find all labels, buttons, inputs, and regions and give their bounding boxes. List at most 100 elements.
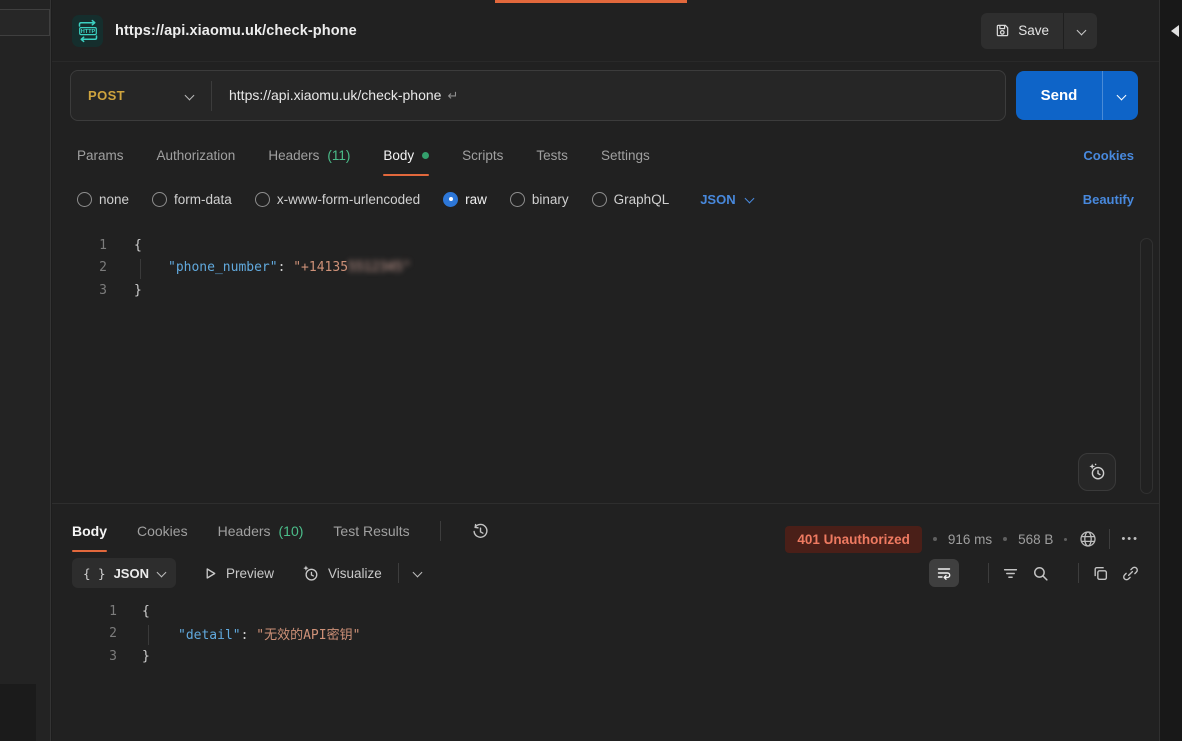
request-body-editor[interactable]: 1 { 2 "phone_number": "+141355512345" 3 … (52, 234, 1159, 502)
visualize-sparkle-icon (301, 564, 320, 583)
link-button[interactable] (1122, 565, 1139, 582)
sidebar-collapsed-item[interactable] (0, 9, 50, 36)
chevron-down-icon[interactable] (413, 569, 421, 577)
response-tab-body[interactable]: Body (72, 514, 107, 548)
enter-hint-icon: ↵ (447, 88, 458, 103)
beautify-link[interactable]: Beautify (1083, 192, 1134, 207)
response-toolbar: { } JSON Preview (52, 556, 1159, 590)
copy-icon (1092, 565, 1109, 582)
separator-dot (933, 537, 937, 541)
response-status-cluster: 401 Unauthorized 916 ms 568 B (785, 520, 1139, 558)
request-title: https://api.xiaomu.uk/check-phone (115, 23, 357, 39)
indent-guide (148, 625, 149, 645)
radio-none[interactable]: none (77, 192, 129, 207)
save-split-button: Save (981, 13, 1097, 49)
radio-icon (152, 192, 167, 207)
visualize-button[interactable]: Visualize (301, 564, 382, 583)
code-line: 1 { (52, 600, 1159, 623)
request-header-bar: HTTP https://api.xiaomu.uk/check-phone S… (52, 0, 1159, 62)
separator-dot (1003, 537, 1007, 541)
tab-params[interactable]: Params (77, 138, 124, 172)
network-info-button[interactable] (1078, 529, 1098, 549)
save-button-label: Save (1018, 23, 1049, 38)
search-button[interactable] (1032, 565, 1049, 582)
response-body-editor[interactable]: 1 { 2 "detail": "无效的API密钥" 3 } (52, 600, 1159, 668)
status-badge[interactable]: 401 Unauthorized (785, 526, 922, 553)
send-button[interactable]: Send (1016, 71, 1102, 120)
response-time[interactable]: 916 ms (948, 532, 992, 547)
radio-raw[interactable]: raw (443, 192, 487, 207)
filter-button[interactable] (1002, 565, 1019, 582)
search-icon (1032, 565, 1049, 582)
line-number: 3 (52, 283, 107, 298)
tab-scripts[interactable]: Scripts (462, 138, 503, 172)
save-button[interactable]: Save (981, 13, 1063, 49)
postbot-sparkle-icon (1087, 462, 1107, 482)
separator-dot (1064, 538, 1067, 541)
tab-settings[interactable]: Settings (601, 138, 650, 172)
tab-headers[interactable]: Headers(11) (268, 138, 350, 172)
radio-binary[interactable]: binary (510, 192, 569, 207)
copy-button[interactable] (1092, 565, 1109, 582)
active-tab-indicator (495, 0, 687, 3)
divider (440, 521, 441, 541)
line-number: 1 (52, 238, 107, 253)
radio-x-www-form-urlencoded[interactable]: x-www-form-urlencoded (255, 192, 420, 207)
right-sidebar-rail (1159, 0, 1182, 741)
response-toolbar-actions (929, 556, 1139, 590)
tab-body[interactable]: Body (383, 138, 429, 172)
line-number: 3 (52, 649, 117, 664)
save-icon (995, 23, 1010, 38)
chevron-down-icon (1117, 92, 1125, 100)
url-input[interactable]: https://api.xiaomu.uk/check-phone↵ (212, 87, 458, 104)
radio-icon (510, 192, 525, 207)
more-options-icon[interactable]: ••• (1121, 533, 1139, 545)
response-size[interactable]: 568 B (1018, 532, 1053, 547)
divider (398, 563, 399, 583)
send-split-button: Send (1016, 71, 1138, 120)
preview-button[interactable]: Preview (203, 566, 274, 581)
response-tab-test-results[interactable]: Test Results (333, 514, 409, 548)
tab-authorization[interactable]: Authorization (157, 138, 236, 172)
response-tab-headers[interactable]: Headers(10) (218, 514, 304, 548)
code-line: 2 "phone_number": "+141355512345" (52, 257, 1159, 280)
code-line: 2 "detail": "无效的API密钥" (52, 623, 1159, 646)
chevron-down-icon (185, 92, 193, 100)
indent-guide (140, 259, 141, 279)
radio-graphql[interactable]: GraphQL (592, 192, 670, 207)
editor-scrollbar[interactable] (1140, 238, 1153, 494)
wrap-text-button[interactable] (929, 559, 959, 587)
cookies-link[interactable]: Cookies (1083, 148, 1134, 163)
radio-icon (592, 192, 607, 207)
response-tab-cookies[interactable]: Cookies (137, 514, 188, 548)
divider (988, 563, 989, 583)
response-format-select[interactable]: { } JSON (72, 558, 176, 588)
postbot-button[interactable] (1078, 453, 1116, 491)
collapse-arrow-icon[interactable] (1171, 25, 1179, 37)
send-options-button[interactable] (1102, 71, 1138, 120)
braces-icon: { } (83, 566, 106, 581)
line-number: 2 (52, 260, 107, 275)
left-sidebar-rail (0, 0, 51, 741)
line-number: 1 (52, 604, 117, 619)
request-panel: HTTP https://api.xiaomu.uk/check-phone S… (52, 0, 1159, 741)
filter-icon (1002, 565, 1019, 582)
method-select[interactable]: POST (71, 88, 211, 103)
link-icon (1122, 565, 1139, 582)
response-panel: Body Cookies Headers(10) Test Results (52, 503, 1159, 741)
radio-form-data[interactable]: form-data (152, 192, 232, 207)
json-key: "phone_number" (168, 260, 278, 275)
sidebar-footer (0, 684, 36, 741)
language-select[interactable]: JSON (700, 192, 752, 207)
code-line: 3 } (52, 645, 1159, 668)
svg-text:HTTP: HTTP (80, 29, 95, 35)
response-headers-count-badge: (10) (279, 523, 304, 539)
redacted-phone-value: 5512345" (348, 260, 411, 275)
divider (1078, 563, 1079, 583)
wrap-text-icon (936, 565, 952, 581)
tab-tests[interactable]: Tests (536, 138, 568, 172)
save-options-button[interactable] (1063, 13, 1097, 49)
http-method-icon: HTTP (72, 15, 103, 47)
globe-icon (1078, 529, 1098, 549)
response-history-button[interactable] (471, 522, 490, 541)
